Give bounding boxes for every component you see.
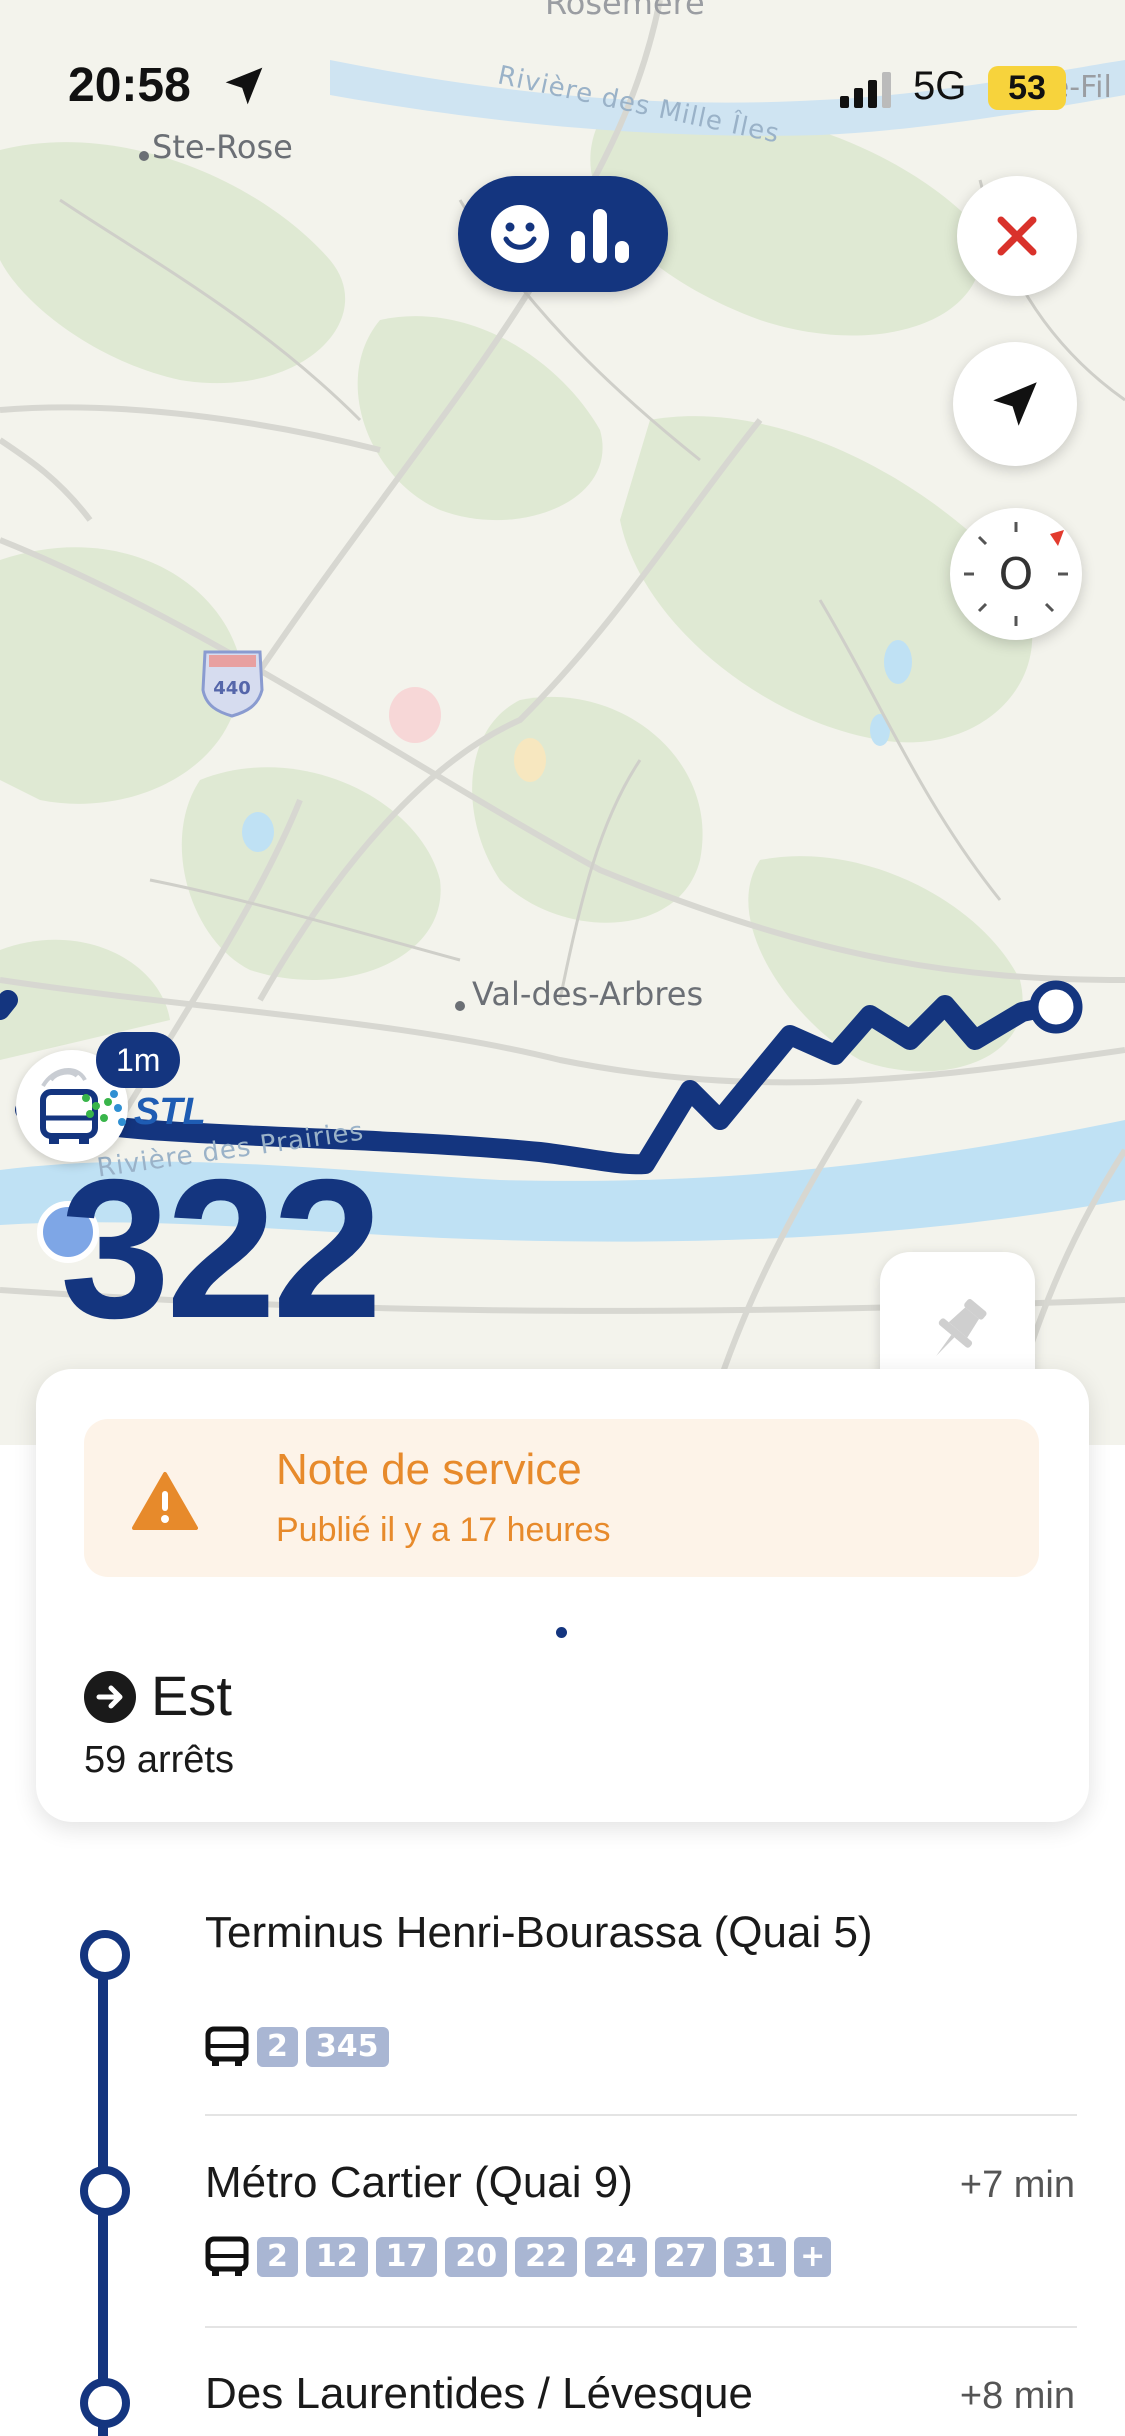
status-bar: 20:58 5G 53 (0, 0, 1125, 140)
line-badge[interactable]: 2 (257, 2237, 298, 2277)
stop-name[interactable]: Des Laurentides / Lévesque (205, 2367, 925, 2421)
stl-logo: STL (82, 1090, 206, 1133)
stop-connections: 2 12 17 20 22 24 27 31 + (205, 2236, 832, 2278)
compass-icon (964, 522, 1068, 626)
stop-list: Terminus Henri-Bourassa (Quai 5) 2 345 M… (0, 1830, 1125, 2436)
battery-indicator: 53 (988, 66, 1066, 110)
stops-count: 59 arrêts (84, 1739, 234, 1781)
stop-connections: 2 345 (205, 2026, 389, 2068)
stop-marker (80, 2166, 130, 2216)
notice-published-time: Publié il y a 17 heures (276, 1511, 611, 1549)
line-badge[interactable]: 31 (724, 2237, 787, 2277)
direction-label[interactable]: Est (151, 1663, 232, 1728)
stop-marker (80, 2378, 130, 2428)
compass-button[interactable]: O (950, 508, 1082, 640)
divider (205, 2326, 1077, 2328)
bus-icon (205, 2026, 249, 2066)
navigation-arrow-icon (993, 382, 1037, 426)
service-notice[interactable]: Note de service Publié il y a 17 heures (84, 1419, 1039, 1577)
close-button[interactable] (957, 176, 1077, 296)
cellular-signal-icon (840, 72, 891, 108)
line-badge[interactable]: 24 (584, 2237, 647, 2277)
line-badge[interactable]: 22 (515, 2237, 577, 2277)
network-type: 5G (913, 64, 967, 108)
place-val-des-arbres: Val-des-Arbres (472, 975, 704, 1013)
line-badge[interactable]: 345 (305, 2027, 389, 2067)
line-badge[interactable]: 2 (257, 2027, 298, 2067)
line-badge[interactable]: 17 (375, 2237, 438, 2277)
warning-icon (132, 1472, 198, 1530)
pin-icon (935, 1298, 987, 1356)
bar-chart-icon (571, 209, 629, 263)
feedback-stats-button[interactable] (458, 176, 668, 292)
stop-time-offset: +8 min (959, 2375, 1075, 2417)
status-time: 20:58 (68, 59, 191, 112)
stop-marker (80, 1930, 130, 1980)
stop-time-offset: +7 min (959, 2164, 1075, 2206)
stop-name[interactable]: Terminus Henri-Bourassa (Quai 5) (205, 1906, 925, 1960)
smiley-icon (491, 205, 549, 263)
divider (205, 2114, 1077, 2116)
route-number: 322 (60, 1138, 382, 1359)
recenter-location-button[interactable] (953, 342, 1077, 466)
direction-arrow-icon (84, 1671, 136, 1723)
notice-title: Note de service (276, 1445, 582, 1494)
line-badge[interactable]: 12 (305, 2237, 368, 2277)
highway-shield-number: 440 (213, 678, 251, 699)
line-badge[interactable]: 20 (445, 2237, 508, 2277)
close-icon (997, 216, 1037, 256)
route-info-card: Note de service Publié il y a 17 heures … (36, 1369, 1089, 1822)
stop-name[interactable]: Métro Cartier (Quai 9) (205, 2156, 925, 2210)
bus-icon (205, 2236, 249, 2276)
route-map[interactable]: 440 Ste-Rose Val-des-Arbres Rosemère Ste… (0, 0, 1125, 1445)
location-services-icon (225, 67, 263, 105)
page-indicator-dot (556, 1627, 567, 1638)
line-badge[interactable]: 27 (654, 2237, 717, 2277)
more-lines-badge[interactable]: + (794, 2237, 832, 2277)
stl-logo-text: STL (134, 1091, 206, 1133)
